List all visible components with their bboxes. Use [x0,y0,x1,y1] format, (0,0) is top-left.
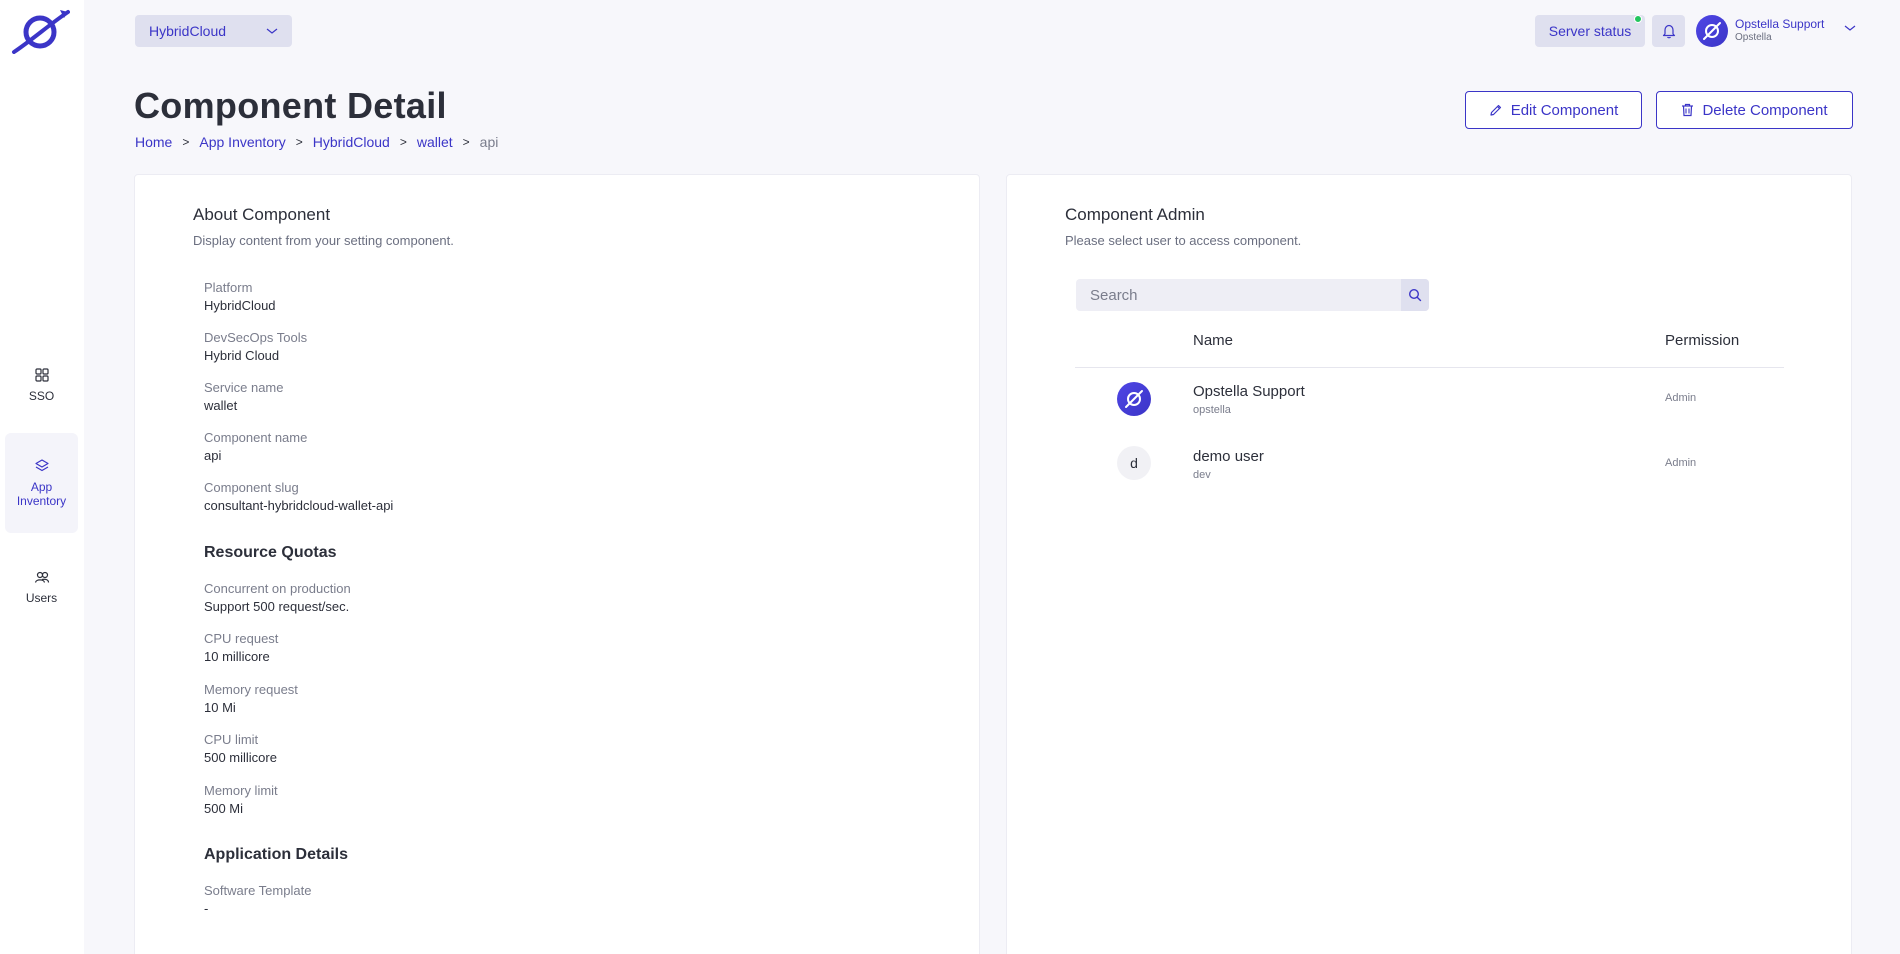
row-user-username: opstella [1193,404,1231,416]
field-value-software-template: - [204,901,209,916]
notifications-button[interactable] [1652,15,1685,47]
column-header-name: Name [1193,332,1234,349]
edit-component-label: Edit Component [1510,101,1619,119]
delete-component-label: Delete Component [1702,101,1828,119]
field-label-cpu-request: CPU request [204,631,279,646]
table-divider [1075,367,1784,368]
avatar: d [1117,446,1151,480]
field-value-cpu-limit: 500 millicore [204,750,277,765]
field-value-cpu-request: 10 millicore [204,649,270,664]
field-value-memory-limit: 500 Mi [204,801,244,816]
user-org: Opstella [1735,32,1772,43]
field-value-memory-request: 10 Mi [204,700,236,715]
field-label-component-name: Component name [204,430,308,445]
delete-component-button[interactable]: Delete Component [1656,91,1853,129]
application-details-heading: Application Details [204,846,349,863]
field-label-devsecops-tools: DevSecOps Tools [204,330,308,345]
chevron-down-icon [1844,25,1856,31]
server-status-label: Server status [1548,23,1632,39]
row-permission: Admin [1665,457,1697,469]
org-select-value: HybridCloud [149,23,227,39]
field-label-software-template: Software Template [204,883,312,898]
user-menu[interactable]: Opstella Support Opstella [1696,14,1856,48]
avatar [1117,382,1151,416]
sidebar-item-label: Users [25,591,58,605]
pencil-icon [1490,104,1501,116]
row-user-name: Opstella Support [1193,383,1305,400]
sidebar-item-label: App Inventory [16,480,67,508]
field-label-service-name: Service name [204,380,284,395]
resource-quotas-heading: Resource Quotas [204,544,337,561]
field-value-service-name: wallet [204,398,238,413]
sidebar-item-app-inventory[interactable]: App Inventory [5,433,78,533]
field-value-concurrent: Support 500 request/sec. [204,599,350,614]
about-subtitle: Display content from your setting compon… [193,233,454,248]
sidebar-item-users[interactable]: Users [5,566,78,608]
admin-title: Component Admin [1065,205,1205,224]
chevron-right-icon: > [295,135,303,149]
bell-icon [1662,24,1675,39]
field-label-component-slug: Component slug [204,480,299,495]
admin-subtitle: Please select user to access component. [1065,233,1302,248]
field-label-memory-limit: Memory limit [204,783,278,798]
sidebar-item-label: SSO [28,389,55,403]
row-user-username: dev [1193,469,1211,481]
field-value-component-name: api [204,448,222,463]
search-box [1076,279,1429,311]
chevron-right-icon: > [399,135,407,149]
status-online-dot [1634,15,1642,23]
about-component-card [134,174,980,954]
breadcrumb: Home > App Inventory > HybridCloud > wal… [135,134,498,150]
users-icon [34,571,49,583]
grid-icon [34,368,49,382]
sidebar-item-sso[interactable]: SSO [5,364,78,406]
breadcrumb-home[interactable]: Home [135,134,172,150]
org-select[interactable]: HybridCloud [135,15,292,47]
breadcrumb-current: api [479,134,499,150]
column-header-permission: Permission [1665,332,1740,349]
field-label-concurrent: Concurrent on production [204,581,351,596]
chevron-right-icon: > [462,135,470,149]
user-name: Opstella Support [1735,17,1825,31]
field-label-cpu-limit: CPU limit [204,732,259,747]
opstella-logo-icon [1703,22,1721,40]
breadcrumb-platform[interactable]: HybridCloud [313,134,390,150]
field-value-component-slug: consultant-hybridcloud-wallet-api [204,498,394,513]
chevron-right-icon: > [182,135,190,149]
breadcrumb-app-inventory[interactable]: App Inventory [199,134,285,150]
layers-icon [34,459,49,472]
search-icon [1408,288,1422,302]
opstella-logo[interactable] [10,8,70,54]
row-permission: Admin [1665,392,1697,404]
breadcrumb-service[interactable]: wallet [417,134,453,150]
search-input[interactable] [1076,279,1396,311]
field-value-platform: HybridCloud [204,298,276,313]
field-label-memory-request: Memory request [204,682,298,697]
search-button[interactable] [1401,279,1429,311]
chevron-down-icon [266,28,278,34]
page-title: Component Detail [134,85,447,126]
about-title: About Component [193,205,331,224]
field-label-platform: Platform [204,280,253,295]
field-value-devsecops-tools: Hybrid Cloud [204,348,280,363]
avatar [1696,15,1728,47]
edit-component-button[interactable]: Edit Component [1465,91,1642,129]
opstella-logo-icon [1125,390,1143,408]
row-user-name: demo user [1193,448,1264,465]
trash-icon [1682,103,1694,117]
server-status-button[interactable]: Server status [1535,15,1645,47]
sidebar: SSO App Inventory Users [0,0,84,954]
